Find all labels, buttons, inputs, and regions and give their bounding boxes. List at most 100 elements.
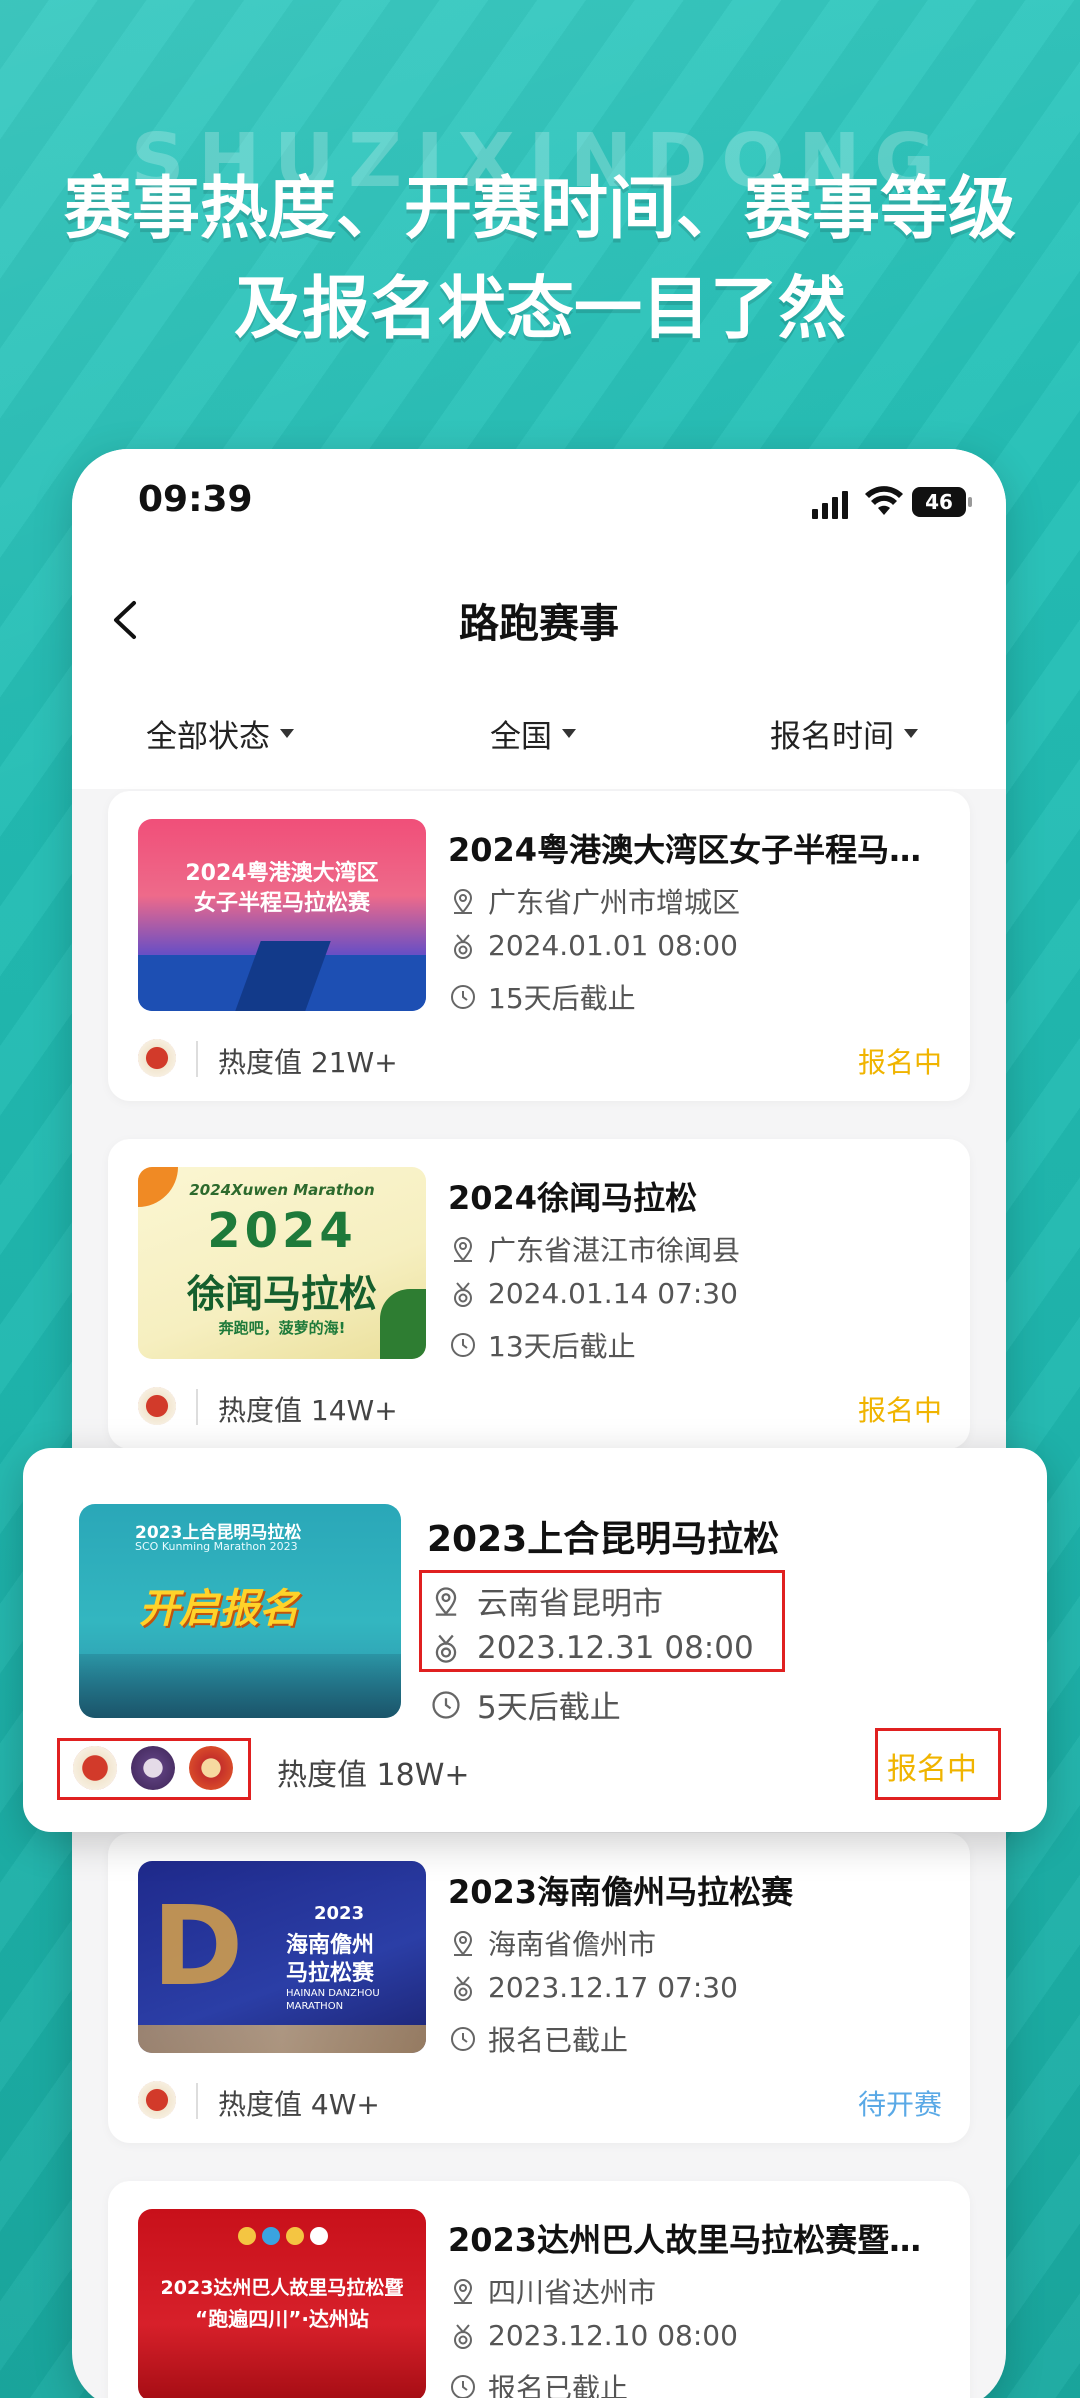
wifi-icon <box>865 486 903 515</box>
deadline-text: 13天后截止 <box>488 1330 636 1363</box>
caret-down-icon <box>280 729 294 738</box>
poster-title-line: HAINAN DANZHOU MARATHON <box>286 1988 380 2012</box>
event-location: 云南省昆明市 <box>429 1578 663 1623</box>
poster-title-line: 开启报名 <box>139 1586 299 1632</box>
event-deadline: 13天后截止 <box>448 1325 636 1365</box>
page-title: 路跑赛事 <box>459 601 619 647</box>
start-time-text: 2024.01.14 07:30 <box>488 1277 738 1310</box>
location-pin-icon <box>453 1237 473 1262</box>
event-poster: 2024Xuwen Marathon 2024 徐闻马拉松 奔跑吧，菠萝的海! <box>138 1167 426 1359</box>
event-card[interactable]: D 2023 海南儋州 马拉松赛 HAINAN DANZHOU MARATHON… <box>108 1833 970 2143</box>
event-deadline: 报名已截止 <box>448 2367 628 2398</box>
event-deadline: 15天后截止 <box>448 977 636 1017</box>
medal-icon <box>454 2323 472 2349</box>
status-badge: 报名中 <box>857 1394 942 1427</box>
location-pin-icon <box>435 1586 457 1616</box>
poster-title-line: 2024粤港澳大湾区 <box>185 861 379 886</box>
event-start-time: 2024.01.01 08:00 <box>448 929 738 962</box>
medal-icon <box>435 1634 457 1663</box>
status-badge: 报名中 <box>887 1752 977 1787</box>
location-text: 海南省儋州市 <box>488 1928 657 1961</box>
deadline-text: 15天后截止 <box>488 982 636 1015</box>
heat-value: 热度值 14W+ <box>218 1394 398 1427</box>
event-name: 2024徐闻马拉松 <box>448 1179 698 1217</box>
event-deadline: 报名已截止 <box>448 2019 628 2059</box>
event-card[interactable]: 2023达州巴人故里马拉松暨 “跑遍四川”·达州站 2023达州巴人故里马拉松赛… <box>108 2181 970 2398</box>
poster-title-line: 2023 <box>314 1903 365 1924</box>
caret-down-icon <box>562 729 576 738</box>
start-time-text: 2024.01.01 08:00 <box>488 929 738 962</box>
caret-down-icon <box>904 729 918 738</box>
event-start-time: 2024.01.14 07:30 <box>448 1277 738 1310</box>
phone-screen: 09:39 46 路跑赛事 全部状态 全国 报名时间 2024粤港澳大湾区 女子… <box>72 449 1006 2398</box>
heat-value: 热度值 18W+ <box>277 1758 470 1793</box>
association-badge <box>138 1387 176 1425</box>
event-poster: 2023达州巴人故里马拉松暨 “跑遍四川”·达州站 <box>138 2209 426 2398</box>
event-location: 广东省湛江市徐闻县 <box>448 1229 740 1269</box>
signal-icon <box>812 491 848 519</box>
headline-line-2: 及报名状态一目了然 <box>233 270 846 349</box>
location-text: 云南省昆明市 <box>477 1586 663 1622</box>
event-start-time: 2023.12.10 08:00 <box>448 2319 738 2352</box>
deadline-text: 报名已截止 <box>488 2024 629 2057</box>
filter-status[interactable]: 全部状态 <box>146 711 294 756</box>
filter-sort-label: 报名时间 <box>770 719 894 755</box>
status-badge: 报名中 <box>857 1046 942 1079</box>
clock-icon <box>451 2027 475 2051</box>
event-poster: 2023上合昆明马拉松 SCO Kunming Marathon 2023 开启… <box>79 1504 401 1718</box>
filter-region[interactable]: 全国 <box>490 711 576 756</box>
start-time-text: 2023.12.17 07:30 <box>488 1971 738 2004</box>
clock-icon <box>432 1690 460 1719</box>
event-name: 2023海南儋州马拉松赛 <box>448 1873 794 1911</box>
heat-value: 热度值 4W+ <box>218 2088 380 2121</box>
event-start-time: 2023.12.17 07:30 <box>448 1971 738 2004</box>
medal-icon <box>454 933 472 959</box>
caa-badge <box>189 1746 233 1790</box>
status-badge: 待开赛 <box>857 2088 942 2121</box>
filter-bar: 全部状态 全国 报名时间 <box>72 679 1006 789</box>
location-pin-icon <box>453 1931 473 1956</box>
event-deadline: 5天后截止 <box>429 1682 621 1727</box>
status-time: 09:39 <box>138 479 253 520</box>
event-location: 海南省儋州市 <box>448 1923 656 1963</box>
location-pin-icon <box>453 889 473 914</box>
nav-bar: 路跑赛事 <box>72 559 1006 679</box>
event-location: 广东省广州市增城区 <box>448 881 740 921</box>
divider <box>196 1041 198 1077</box>
divider <box>196 1389 198 1425</box>
clock-icon <box>451 2375 475 2398</box>
location-text: 广东省湛江市徐闻县 <box>488 1234 741 1267</box>
poster-title-line: 2023达州巴人故里马拉松暨 <box>160 2277 404 2299</box>
battery-icon: 46 <box>912 487 972 517</box>
medal-icon <box>454 1975 472 2001</box>
poster-title-line: 2024Xuwen Marathon <box>189 1181 375 1199</box>
association-badge <box>73 1746 117 1790</box>
divider <box>196 2083 198 2119</box>
association-badge <box>138 1039 176 1077</box>
event-poster: 2024粤港澳大湾区 女子半程马拉松赛 <box>138 819 426 1011</box>
event-card-highlighted[interactable]: 2023上合昆明马拉松 SCO Kunming Marathon 2023 开启… <box>23 1448 1047 1832</box>
clock-icon <box>451 985 475 1009</box>
event-name: 2023达州巴人故里马拉松赛暨“跑遍四川”·达州站 <box>448 2221 928 2259</box>
event-name: 2023上合昆明马拉松 <box>427 1519 780 1560</box>
certification-badge <box>131 1746 175 1790</box>
location-pin-icon <box>453 2279 473 2304</box>
event-card[interactable]: 2024粤港澳大湾区 女子半程马拉松赛 2024粤港澳大湾区女子半程马拉松赛 广… <box>108 791 970 1101</box>
filter-status-label: 全部状态 <box>146 719 270 755</box>
event-name: 2024粤港澳大湾区女子半程马拉松赛 <box>448 831 944 869</box>
status-bar: 09:39 46 <box>72 449 1006 559</box>
poster-title-line: SCO Kunming Marathon 2023 <box>135 1540 298 1553</box>
association-badge <box>138 2081 176 2119</box>
deadline-text: 5天后截止 <box>477 1690 621 1726</box>
headline-line-1: 赛事热度、开赛时间、赛事等级 <box>63 170 1016 249</box>
poster-title-line: 马拉松赛 <box>286 1961 375 1986</box>
poster-title-line: 2024 <box>207 1203 357 1259</box>
poster-title-line: 女子半程马拉松赛 <box>193 891 370 916</box>
location-text: 四川省达州市 <box>488 2276 657 2309</box>
deadline-text: 报名已截止 <box>488 2372 629 2398</box>
poster-title-line: “跑遍四川”·达州站 <box>195 2307 369 2331</box>
event-card[interactable]: 2024Xuwen Marathon 2024 徐闻马拉松 奔跑吧，菠萝的海! … <box>108 1139 970 1449</box>
filter-sort[interactable]: 报名时间 <box>770 711 918 756</box>
filter-region-label: 全国 <box>490 719 552 755</box>
heat-value: 热度值 21W+ <box>218 1046 398 1079</box>
